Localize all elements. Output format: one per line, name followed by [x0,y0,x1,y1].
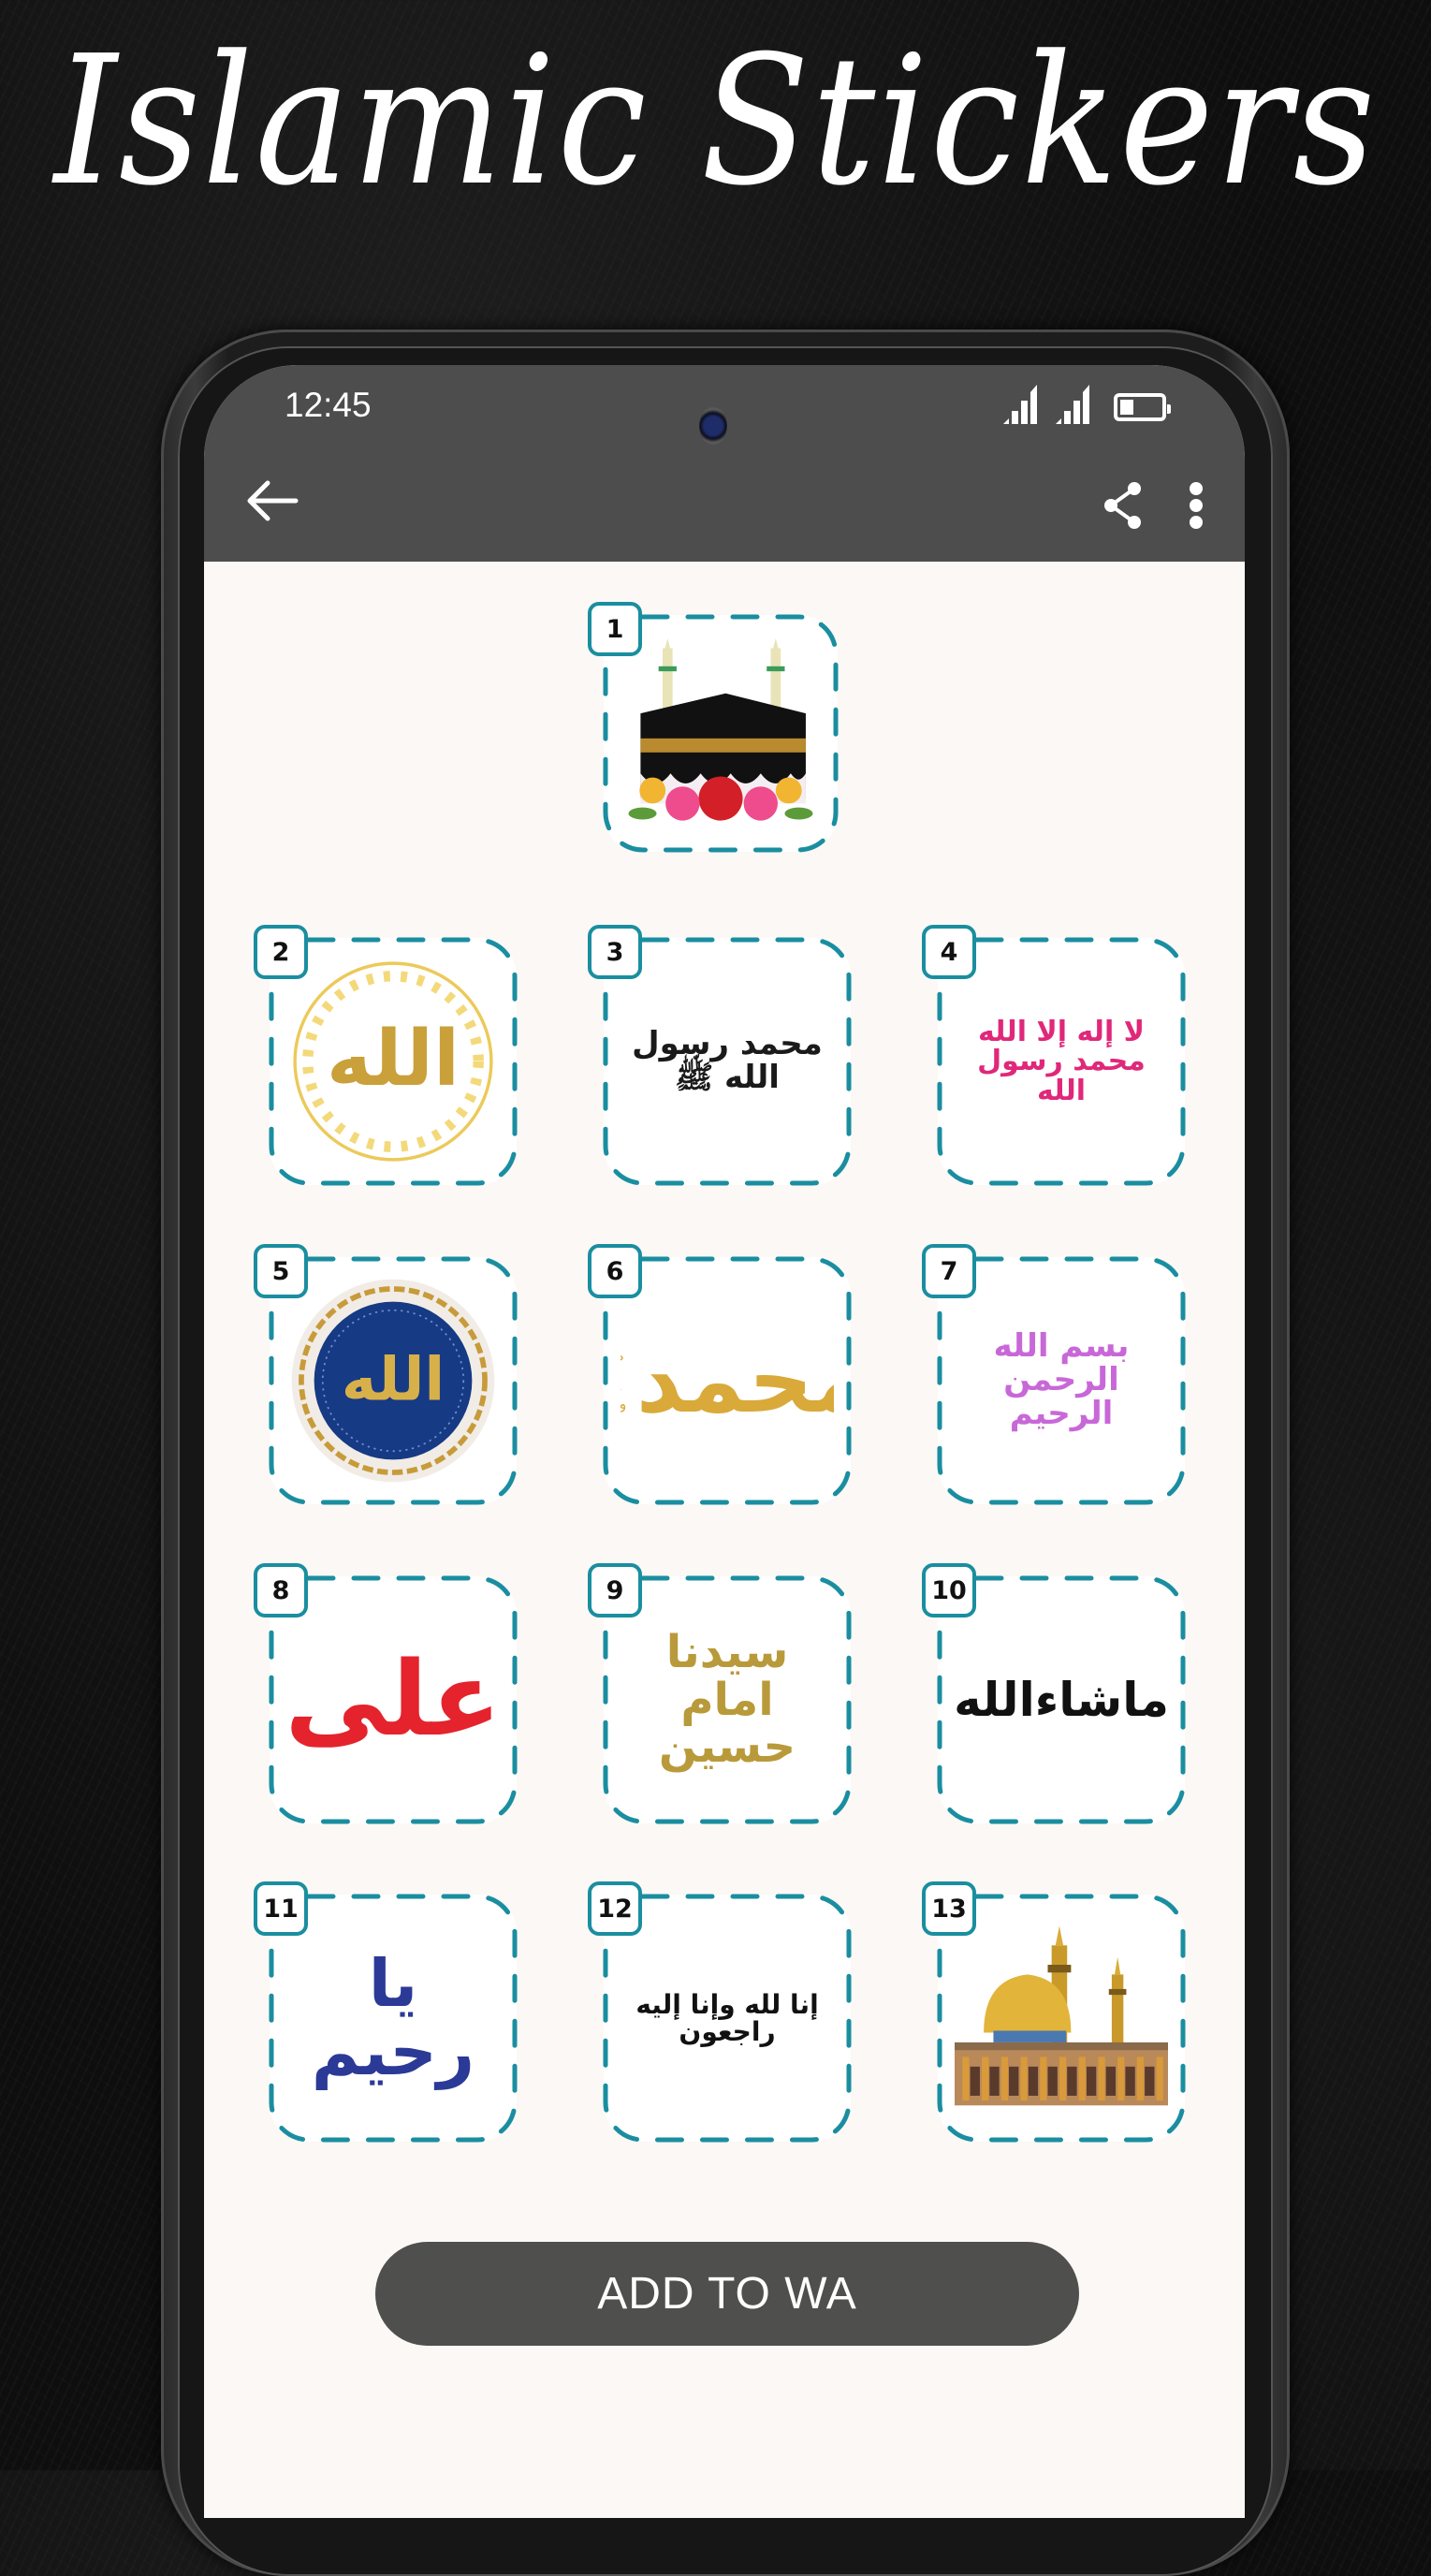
sticker-image: محمد صلى الله عليه وسلم [621,1274,834,1487]
sticker-number-badge: 11 [254,1881,308,1936]
app-toolbar: 12:45 [204,365,1245,562]
sticker-card[interactable]: محمد صلى الله عليه وسلم 6 [588,1244,852,1505]
svg-text:الله: الله [327,1015,460,1104]
back-button[interactable] [240,468,305,534]
sticker-image: الله [286,1274,500,1487]
sticker-number-badge: 4 [922,925,976,979]
sticker-text: إنا لله وإنا إليه راجعون [635,1988,819,2047]
sticker-text: بسم الله الرحمن الرحيم [993,1327,1130,1432]
gold-circle-frame: الله [293,961,493,1162]
sticker-number-badge: 3 [588,925,642,979]
arrow-left-icon [247,480,299,521]
sticker-card[interactable]: سیدنا امام حسین 9 [588,1563,852,1824]
sticker-card[interactable]: علی 8 [254,1563,518,1824]
share-button[interactable] [1095,473,1151,538]
sticker-number-badge: 6 [588,1244,642,1298]
front-camera [699,407,727,445]
sticker-card[interactable]: الله 2 [254,925,518,1186]
sticker-number-badge: 7 [922,1244,976,1298]
more-options-button[interactable] [1177,473,1215,538]
sticker-image: یا رحیم [286,1911,500,2125]
sticker-number-badge: 9 [588,1563,642,1617]
sticker-number-badge: 10 [922,1563,976,1617]
sticker-card[interactable]: لا إله إلا الله محمد رسول الله 4 [922,925,1186,1186]
sticker-text: علی [286,1639,500,1760]
status-time: 12:45 [285,386,372,424]
sticker-image: محمد رسول الله ﷺ [621,955,834,1168]
sticker-image: سیدنا امام حسین [621,1593,834,1807]
signal-sim2-icon [1056,385,1089,424]
sticker-image: لا إله إلا الله محمد رسول الله [955,955,1168,1168]
sticker-card[interactable]: بسم الله الرحمن الرحيم 7 [922,1244,1186,1505]
sticker-text: یا رحیم [311,1944,475,2090]
sticker-card[interactable]: الله 5 [254,1244,518,1505]
svg-text:الله: الله [342,1346,445,1415]
sticker-image: بسم الله الرحمن الرحيم [955,1274,1168,1487]
sticker-number-badge: 12 [588,1881,642,1936]
promo-title: Islamic Stickers [53,18,1378,226]
more-vertical-icon [1190,482,1203,529]
sticker-number-badge: 1 [588,602,642,656]
share-icon [1104,482,1141,529]
sticker-subtext: صلى الله عليه وسلم [621,1348,627,1412]
sticker-number-badge: 8 [254,1563,308,1617]
signal-sim1-icon [1003,385,1037,424]
sticker-text: سیدنا امام حسین [658,1626,796,1774]
sticker-card[interactable]: ماشاءالله 10 [922,1563,1186,1824]
sticker-card[interactable]: 1 [588,602,839,853]
sticker-image: ماشاءالله [955,1593,1168,1807]
sticker-image: الله [286,955,500,1168]
battery-icon [1114,393,1171,421]
sticker-card[interactable]: یا رحیم 11 [254,1881,518,2143]
sticker-number-badge: 5 [254,1244,308,1298]
sticker-image [955,1911,1168,2125]
kaaba-image [628,637,813,821]
sticker-text: محمد [635,1327,834,1433]
sticker-text: ماشاءالله [955,1672,1168,1727]
sticker-number-badge: 2 [254,925,308,979]
add-to-whatsapp-button[interactable]: ADD TO WA [375,2242,1079,2346]
sticker-number-badge: 13 [922,1881,976,1936]
sticker-image: إنا لله وإنا إليه راجعون [621,1911,834,2125]
sticker-image [621,632,821,835]
sticker-card[interactable]: محمد رسول الله ﷺ 3 [588,925,852,1186]
sticker-image: علی [286,1593,500,1807]
app-screen: 12:45 1 الله 2 محمد رسول الله ﷺ 3 لا إله… [204,365,1245,2518]
sticker-text: لا إله إلا الله محمد رسول الله [977,1015,1146,1107]
blue-medallion: الله [291,1279,495,1483]
shrine-image [955,1925,1168,2106]
sticker-card[interactable]: 13 [922,1881,1186,2143]
sticker-text: محمد رسول الله ﷺ [632,1025,823,1096]
sticker-card[interactable]: إنا لله وإنا إليه راجعون 12 [588,1881,852,2143]
battery-level [1120,400,1133,415]
